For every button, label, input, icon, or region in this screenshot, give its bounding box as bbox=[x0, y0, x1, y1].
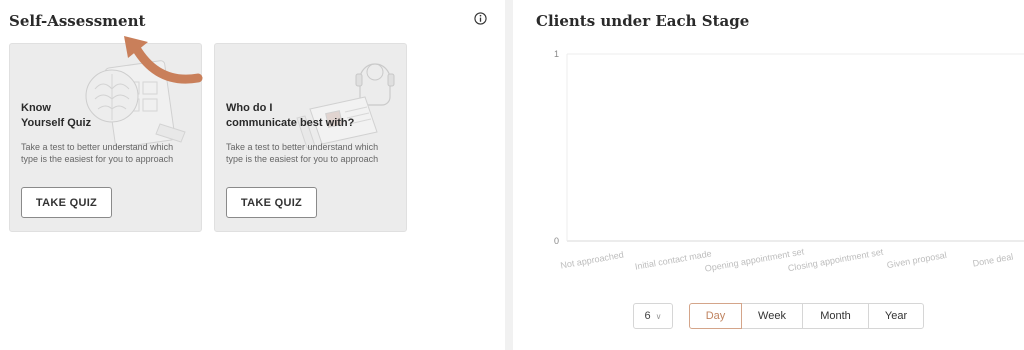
period-toggle: Day Week Month Year bbox=[689, 303, 924, 329]
x-tick-label: Initial contact made bbox=[634, 248, 712, 271]
headset-profile-illustration-icon bbox=[296, 63, 395, 149]
count-select-value: 6 bbox=[644, 310, 651, 322]
card-description: Take a test to better understand which t… bbox=[226, 142, 379, 164]
take-quiz-button[interactable]: TAKE QUIZ bbox=[21, 187, 112, 218]
curved-arrow-icon bbox=[124, 36, 203, 84]
self-assessment-title: Self-Assessment bbox=[9, 12, 146, 30]
clients-stage-chart: 10Not approached Initial contact madeOpen… bbox=[554, 49, 1024, 274]
y-tick-label: 0 bbox=[554, 236, 559, 246]
period-week-button[interactable]: Week bbox=[741, 303, 803, 329]
panel-divider bbox=[505, 0, 513, 350]
period-month-button[interactable]: Month bbox=[802, 303, 869, 329]
card-title: Who do I communicate best with? bbox=[226, 102, 355, 129]
count-select[interactable]: 6 ∨ bbox=[633, 303, 673, 329]
card-description: Take a test to better understand which t… bbox=[21, 142, 174, 164]
info-icon[interactable] bbox=[474, 12, 487, 25]
period-day-button[interactable]: Day bbox=[689, 303, 742, 329]
x-tick-label: Not approached bbox=[560, 250, 625, 271]
y-tick-label: 1 bbox=[554, 49, 559, 59]
period-year-button[interactable]: Year bbox=[868, 303, 924, 329]
chart-controls: 6 ∨ Day Week Month Year bbox=[513, 303, 1024, 329]
communicate-best-quiz-card: Who do I communicate best with? Take a t… bbox=[214, 43, 407, 232]
card-title: Know Yourself Quiz bbox=[21, 102, 92, 129]
clients-stage-panel: Clients under Each Stage 1 0 Not approache… bbox=[513, 0, 1024, 350]
chevron-down-icon: ∨ bbox=[655, 311, 662, 321]
take-quiz-button[interactable]: TAKE QUIZ bbox=[226, 187, 317, 218]
x-tick-label: Given proposal bbox=[886, 250, 947, 270]
self-assessment-panel: Self-Assessment Know Yourself Quiz Take … bbox=[0, 0, 505, 350]
x-tick-label: Done deal bbox=[972, 252, 1014, 269]
